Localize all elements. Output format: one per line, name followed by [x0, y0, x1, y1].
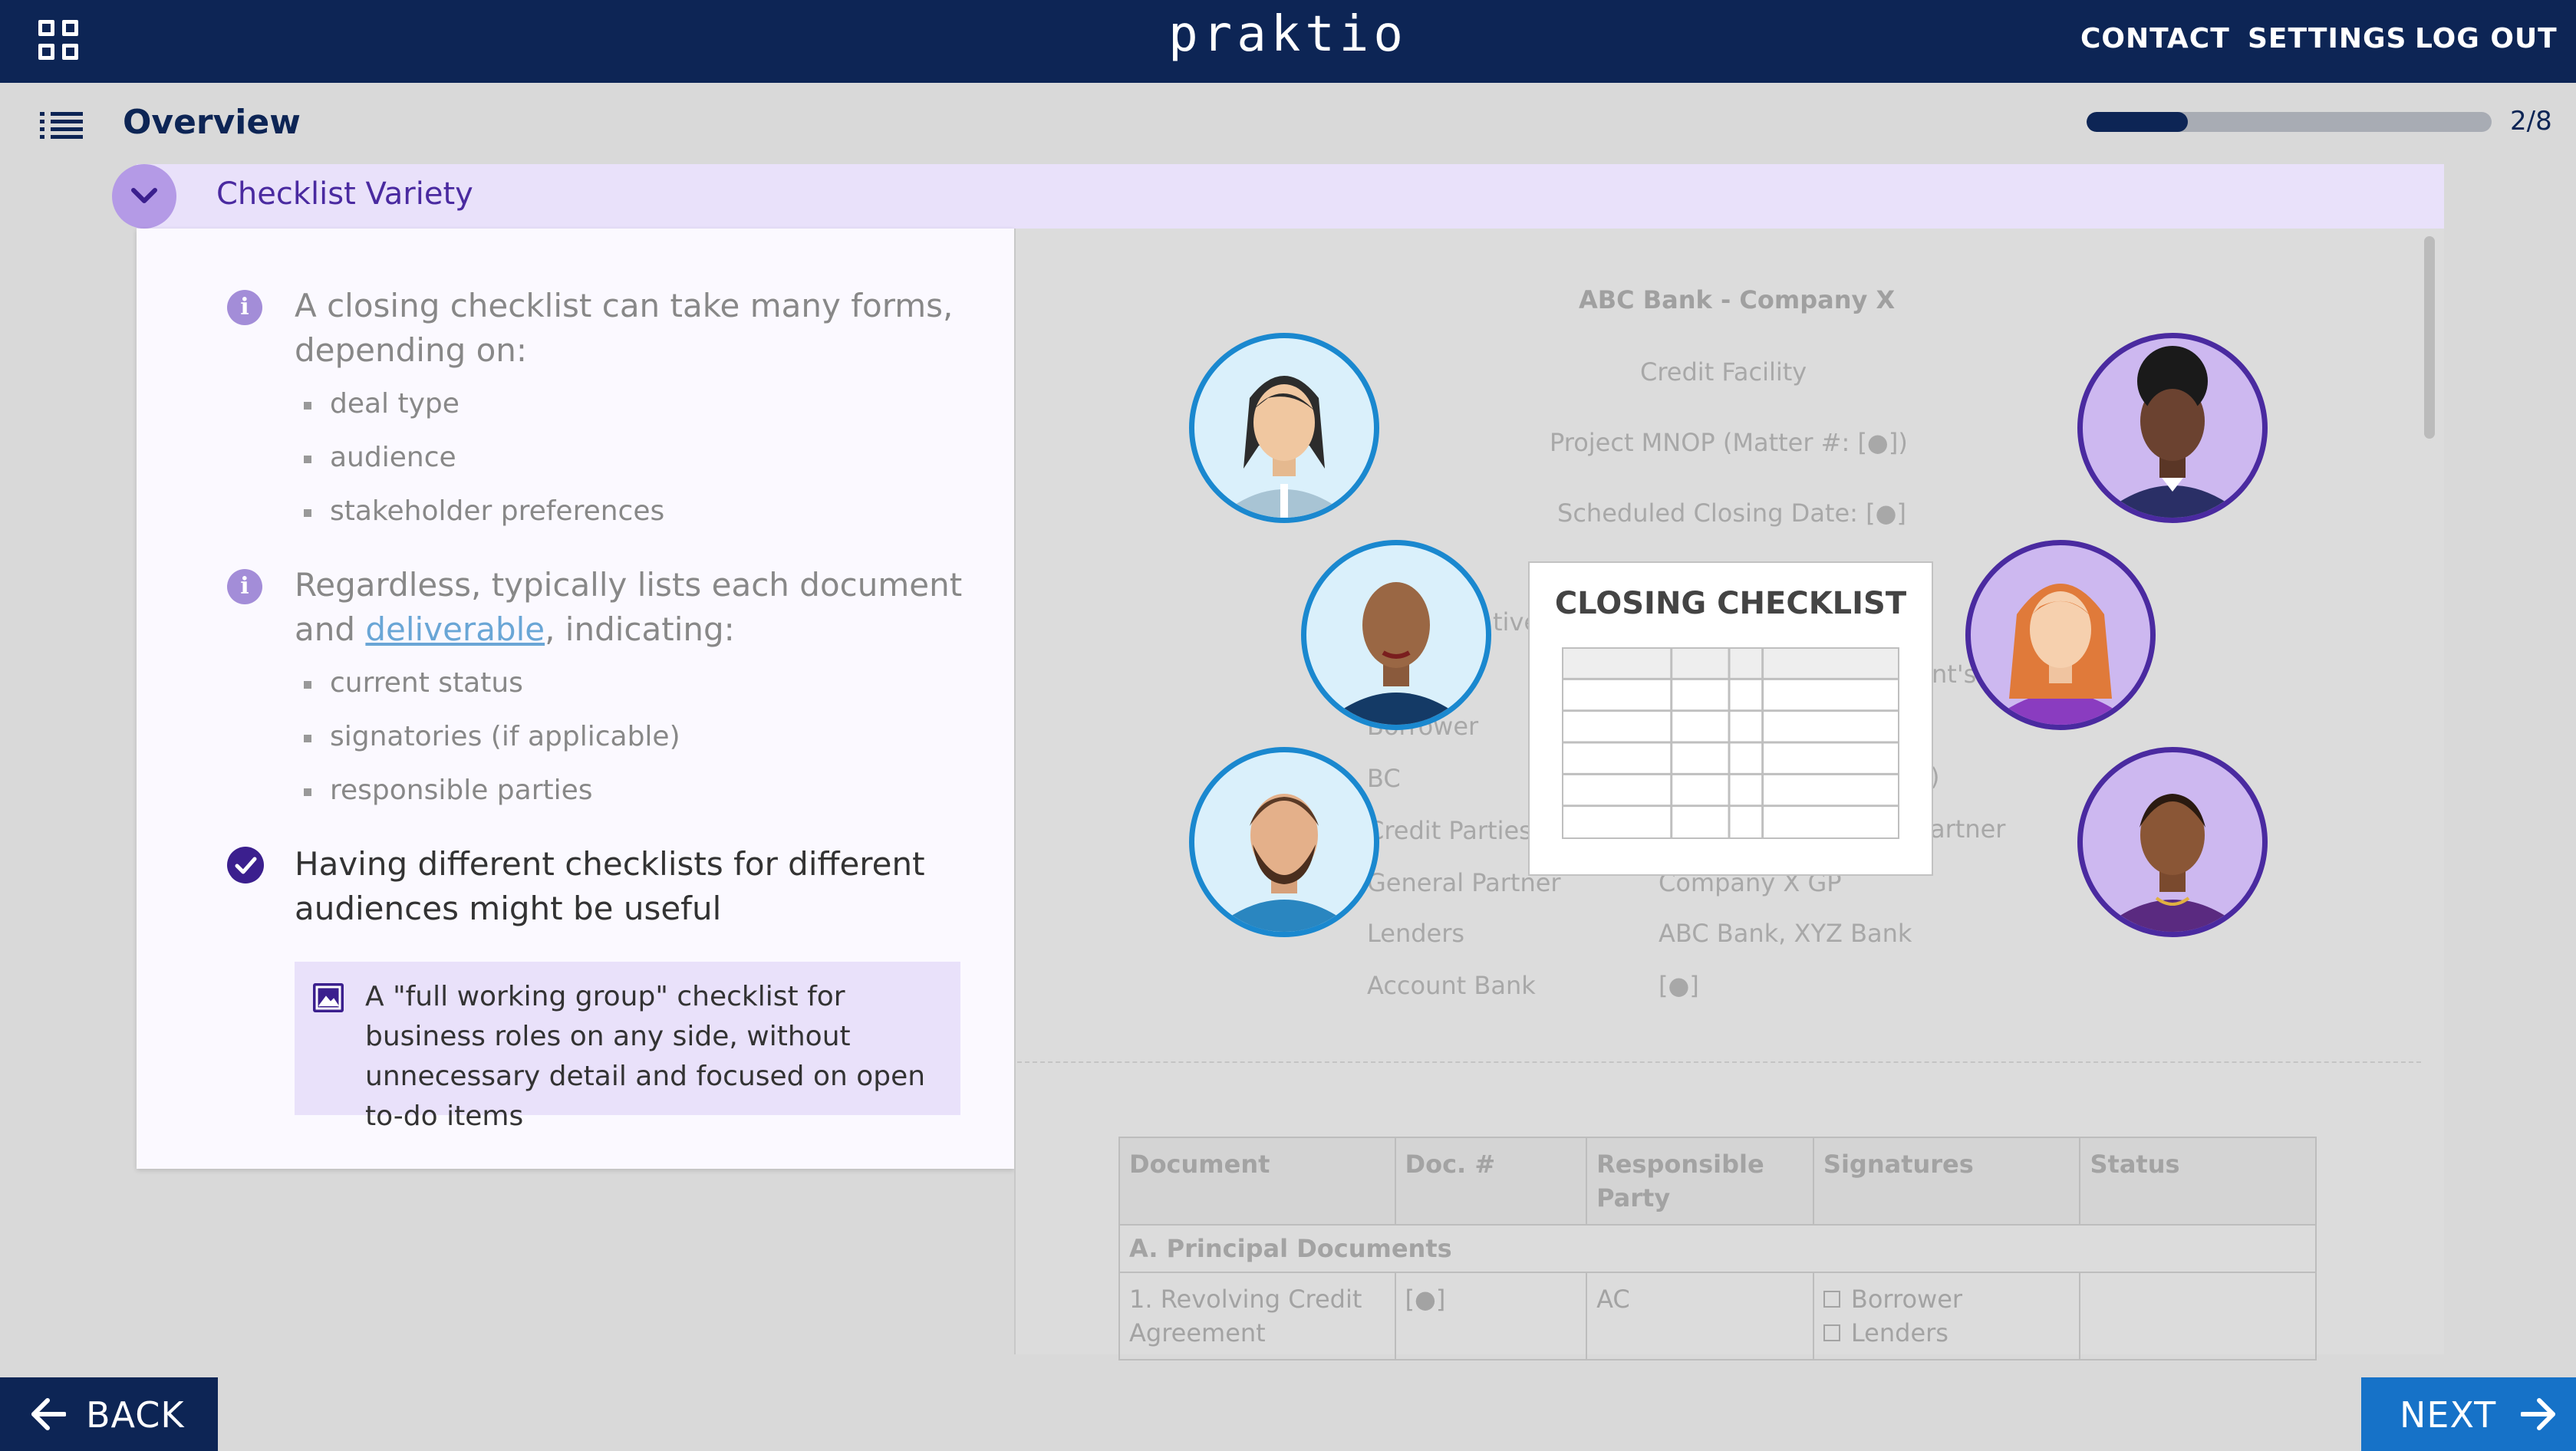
- table-header: Document: [1118, 1137, 1396, 1226]
- avatar: [1965, 540, 2156, 730]
- page-title: Overview: [123, 103, 301, 142]
- next-label: NEXT: [2400, 1394, 2497, 1436]
- checklist-grid-illustration: [1562, 647, 1899, 839]
- list-item: responsible parties: [304, 775, 593, 806]
- brand-logo: praktio: [1168, 6, 1408, 63]
- scrollbar[interactable]: [2424, 236, 2435, 439]
- signature-item: Borrower: [1823, 1282, 2070, 1316]
- note-text: A "full working group" checklist for bus…: [365, 981, 926, 1132]
- apps-grid-icon[interactable]: [38, 20, 81, 63]
- back-label: BACK: [86, 1394, 185, 1436]
- checkmark-icon: [235, 857, 257, 874]
- logout-link[interactable]: LOG OUT: [2415, 23, 2558, 54]
- image-icon: [313, 983, 344, 1012]
- contact-link[interactable]: CONTACT: [2080, 23, 2230, 54]
- list-item: deal type: [304, 388, 460, 420]
- table-cell: [2079, 1272, 2317, 1361]
- table-header: Doc. #: [1394, 1137, 1588, 1226]
- checkbox-icon: [1823, 1324, 1840, 1341]
- doc-closing-date: Scheduled Closing Date: [●]: [1557, 498, 1906, 528]
- party-label: Credit Parties: [1367, 816, 1532, 845]
- closing-checklist-title: CLOSING CHECKLIST: [1554, 586, 1907, 621]
- doc-subtitle: Credit Facility: [1640, 357, 1807, 387]
- list-item: signatories (if applicable): [304, 721, 680, 752]
- party-label: Lenders: [1367, 919, 1465, 948]
- closing-checklist-card: CLOSING CHECKLIST: [1528, 561, 1933, 876]
- point-2-text: Regardless, typically lists each documen…: [295, 563, 970, 652]
- divider: [1017, 1061, 2421, 1063]
- doc-title: ABC Bank - Company X: [1579, 285, 1896, 314]
- doc-project: Project MNOP (Matter #: [●]): [1550, 428, 1908, 457]
- collapse-button[interactable]: [112, 164, 176, 229]
- section-header[interactable]: [137, 164, 2444, 229]
- table-header: Responsible Party: [1586, 1137, 1814, 1226]
- menu-list-icon[interactable]: [40, 112, 83, 140]
- info-icon: i: [227, 569, 262, 604]
- signature-label: Lenders: [1850, 1318, 1948, 1347]
- list-item: audience: [304, 442, 456, 473]
- deliverable-link[interactable]: deliverable: [365, 610, 545, 648]
- arrow-left-icon: [31, 1398, 66, 1430]
- table-row: 1. Revolving Credit Agreement [●] AC Bor…: [1118, 1272, 2317, 1361]
- avatar: [1189, 333, 1379, 523]
- point-2-text-end: , indicating:: [545, 610, 735, 648]
- top-bar: praktio CONTACT SETTINGS LOG OUT: [0, 0, 2576, 83]
- avatar: [1301, 540, 1491, 730]
- signature-label: Borrower: [1850, 1285, 1963, 1314]
- party-value: ABC Bank, XYZ Bank: [1659, 919, 1912, 948]
- point-1-text: A closing checklist can take many forms,…: [295, 287, 954, 369]
- party-label: Account Bank: [1367, 971, 1536, 1000]
- section-title: Checklist Variety: [216, 176, 473, 212]
- checkbox-icon: [1823, 1291, 1840, 1308]
- table-group-label: A. Principal Documents: [1118, 1224, 2317, 1273]
- table-cell: [●]: [1394, 1272, 1588, 1361]
- check-circle-icon: [227, 847, 264, 883]
- avatar: [1189, 747, 1379, 937]
- progress-bar: [2087, 112, 2492, 132]
- point-3-text: Having different checklists for differen…: [295, 845, 925, 927]
- table-cell: 1. Revolving Credit Agreement: [1118, 1272, 1396, 1361]
- arrow-right-icon: [2521, 1398, 2555, 1430]
- avatar: [2077, 333, 2268, 523]
- party-label: BC: [1367, 764, 1401, 793]
- chevron-down-icon: [131, 188, 157, 203]
- table-group-row: A. Principal Documents: [1118, 1224, 2317, 1273]
- document-table: Document Doc. # Responsible Party Signat…: [1118, 1137, 2317, 1361]
- next-button[interactable]: NEXT: [2361, 1377, 2576, 1451]
- party-value: [●]: [1659, 971, 1699, 1000]
- back-button[interactable]: BACK: [0, 1377, 218, 1451]
- list-item: current status: [304, 667, 523, 699]
- table-header: Status: [2079, 1137, 2317, 1226]
- settings-link[interactable]: SETTINGS: [2248, 23, 2406, 54]
- table-cell: Borrower Lenders: [1812, 1272, 2081, 1361]
- table-header-row: Document Doc. # Responsible Party Signat…: [1118, 1137, 2317, 1226]
- table-header: Signatures: [1812, 1137, 2081, 1226]
- progress-fill: [2087, 112, 2188, 132]
- avatar: [2077, 747, 2268, 937]
- info-icon: i: [227, 290, 262, 325]
- progress-counter: 2/8: [2510, 106, 2552, 137]
- list-item: stakeholder preferences: [303, 495, 665, 527]
- signature-item: Lenders: [1823, 1316, 2070, 1350]
- doc-text-fragment: artner: [1930, 814, 2006, 844]
- table-cell: AC: [1586, 1272, 1814, 1361]
